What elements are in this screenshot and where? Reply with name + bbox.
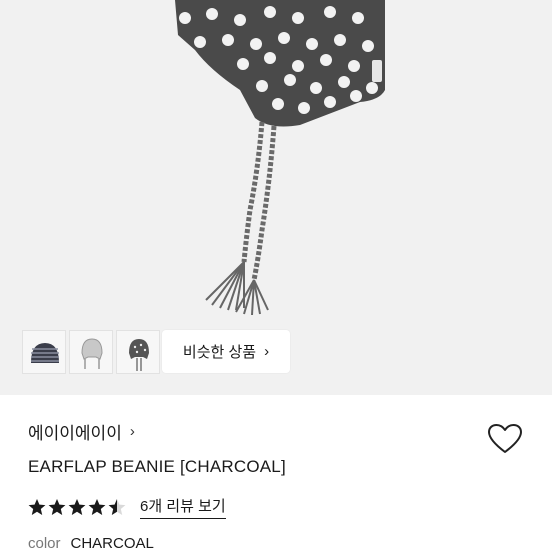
thumbnail-image: [31, 343, 59, 363]
color-row: color CHARCOAL: [28, 535, 154, 552]
brand-link[interactable]: 에이이에이이 ›: [28, 419, 135, 444]
rating-row: 6개 리뷰 보기: [28, 495, 226, 519]
star-icon: [28, 499, 46, 515]
heart-icon[interactable]: [487, 423, 523, 455]
similar-products-label: 비슷한 상품: [182, 344, 257, 361]
similar-products-button[interactable]: 비슷한 상품 ›: [162, 330, 290, 373]
color-value: CHARCOAL: [70, 535, 154, 552]
thumbnail-strip: [22, 330, 160, 374]
thumbnail-striped-beanie[interactable]: [22, 330, 66, 374]
brand-name: 에이이에이이: [28, 424, 122, 443]
thumbnail-image: [81, 338, 103, 369]
star-icon: [48, 499, 66, 515]
thumbnail-image: [129, 339, 149, 371]
thumbnail-dark-earflap[interactable]: [116, 330, 160, 374]
review-link[interactable]: 6개 리뷰 보기: [140, 495, 226, 519]
star-icon: [88, 499, 106, 515]
star-icon: [108, 499, 126, 515]
product-title: EARFLAP BEANIE [CHARCOAL]: [28, 457, 286, 476]
star-rating: [28, 498, 126, 516]
star-icon: [68, 499, 86, 515]
product-info: 에이이에이이 › EARFLAP BEANIE [CHARCOAL] 6개 리뷰…: [0, 395, 552, 552]
chevron-right-icon: ›: [264, 343, 270, 360]
thumbnail-grey-earflap[interactable]: [69, 330, 113, 374]
color-label: color: [28, 535, 61, 552]
chevron-right-icon: ›: [129, 423, 135, 440]
